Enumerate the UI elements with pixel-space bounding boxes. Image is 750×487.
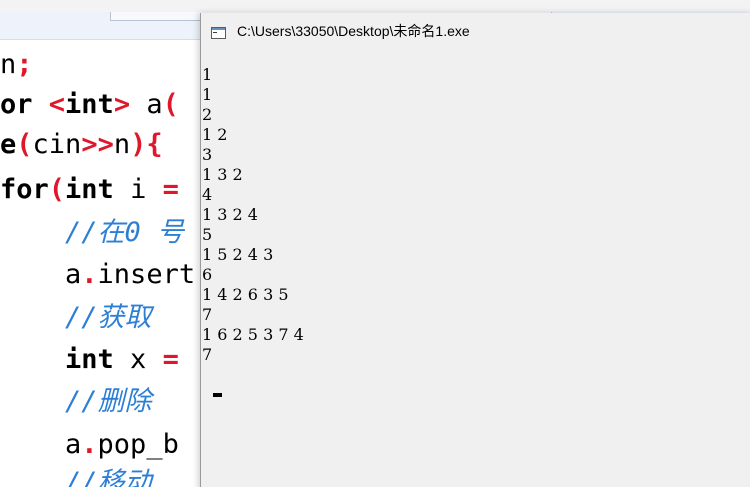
code-token: ( [16,129,33,160]
output-line: 3 [202,145,213,164]
code-line: a.pop_b [0,428,179,462]
code-token: a [0,259,82,290]
console-window[interactable]: C:\Users\33050\Desktop\未命名1.exe 1121 231… [200,13,750,487]
output-line: 1 2 [202,125,228,144]
output-line: 6 [202,265,213,284]
code-token: int [0,344,114,375]
code-line: //获取 [0,301,152,335]
text-cursor [213,393,222,397]
code-token: a [130,89,163,120]
code-line: or <int> a( [0,88,179,122]
code-token: int [65,89,114,120]
code-token: for [0,174,49,205]
code-token: = [162,344,179,375]
code-line: a.insert [0,258,195,292]
code-token: //移动 [0,467,152,487]
code-token: . [81,259,98,290]
code-line: int x = [0,343,179,377]
code-line: //移动 [0,466,152,487]
code-token: e [0,129,17,160]
code-token: ){ [130,129,163,160]
code-line: n; [0,48,33,82]
code-token: //删除 [0,386,152,417]
code-token: a [0,429,82,460]
code-token: < [48,89,66,120]
console-titlebar[interactable]: C:\Users\33050\Desktop\未命名1.exe [201,13,750,48]
output-line: 2 [202,105,213,124]
code-token: i [113,174,163,205]
code-token: ; [16,49,33,80]
code-token: ( [48,174,66,205]
code-token: //获取 [0,302,152,333]
code-line: //删除 [0,385,152,419]
console-app-icon [211,26,226,39]
code-token: or [0,89,49,120]
output-line: 1 [202,65,213,84]
code-token: n [113,129,131,160]
output-line: 7 [202,305,213,324]
code-token: . [81,429,98,460]
code-token: > [113,89,131,120]
output-line: 1 3 2 [202,165,243,184]
code-token: //在0 号 [0,217,185,248]
code-line: for(int i = [0,173,179,207]
output-line: 1 [202,85,213,104]
code-token: insert [97,259,196,290]
output-line: 4 [202,185,213,204]
output-line: 1 5 2 4 3 [202,245,274,264]
code-token: x [113,344,163,375]
code-token: cin [32,129,82,160]
code-token: int [65,174,114,205]
code-token: >> [81,129,114,160]
console-output[interactable]: 1121 231 3 241 3 2 451 5 2 4 361 4 2 6 3… [201,48,750,487]
code-line: e(cin>>n){ [0,128,163,162]
code-token: pop_b [97,429,179,460]
output-line: 1 6 2 5 3 7 4 [202,325,304,344]
output-line: 1 4 2 6 3 5 [202,285,289,304]
code-token: = [162,174,179,205]
code-token: n [0,49,17,80]
code-token: ( [162,89,179,120]
output-line: 5 [202,225,213,244]
output-line: 7 [202,345,213,364]
code-line: //在0 号 [0,216,184,250]
console-title: C:\Users\33050\Desktop\未命名1.exe [237,23,470,39]
output-line: 1 3 2 4 [202,205,258,224]
